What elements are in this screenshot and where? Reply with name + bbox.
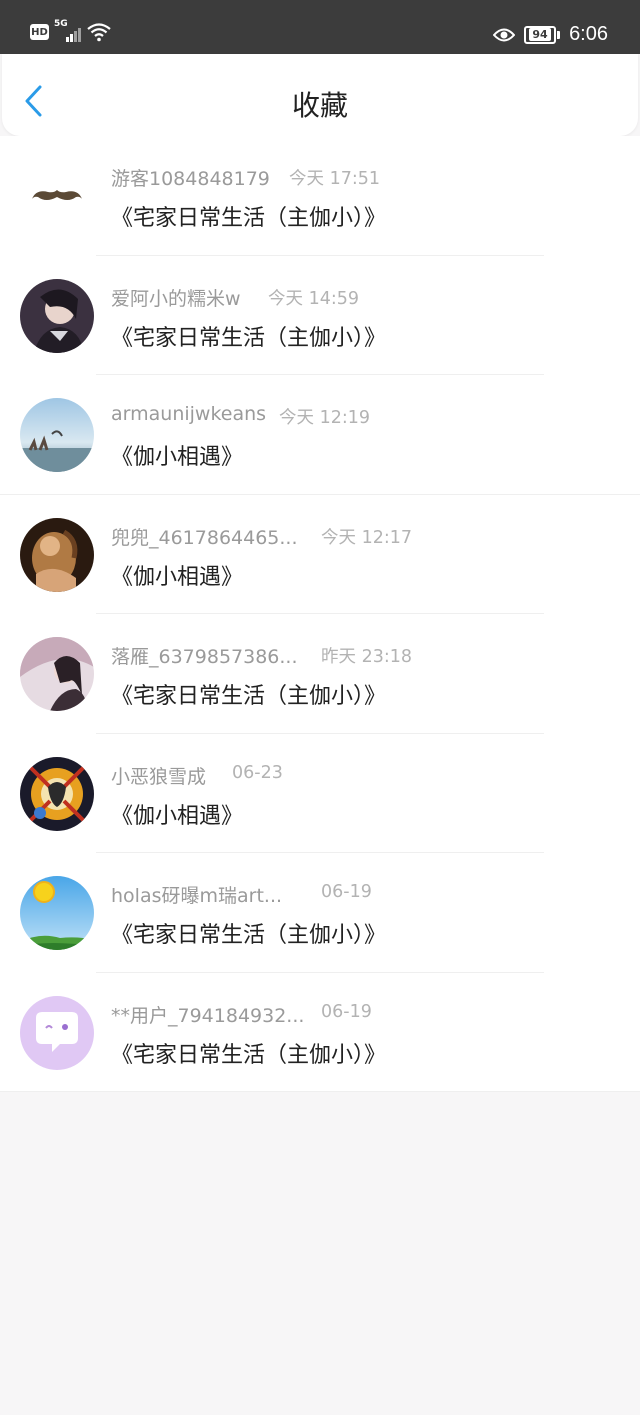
battery-icon: 94 bbox=[524, 25, 561, 44]
user-name: 落雁_6379857386... bbox=[111, 646, 298, 668]
battery-level: 94 bbox=[529, 28, 551, 41]
user-name: 爱阿小的糯米w bbox=[111, 287, 241, 310]
list-item[interactable]: 落雁_6379857386... 昨天 23:18 《宅家日常生活（主伽小）》 bbox=[0, 614, 640, 734]
user-name: 游客1084848179 bbox=[111, 168, 270, 190]
user-name: 小恶狼雪成 bbox=[111, 765, 207, 788]
timestamp: 今天 12:17 bbox=[321, 527, 412, 548]
girl-avatar-icon bbox=[20, 637, 94, 711]
list-item[interactable]: holas砑曝m瑞art... 06-19 《宅家日常生活（主伽小）》 bbox=[0, 853, 640, 973]
user-name: armaunijwkeans bbox=[111, 403, 267, 425]
work-title[interactable]: 《伽小相遇》 bbox=[111, 798, 243, 830]
user-name: 兜兜_4617864465... bbox=[111, 526, 298, 549]
user-name: **用户_794184932... bbox=[111, 1004, 305, 1027]
anime-avatar-icon bbox=[20, 278, 94, 353]
list-item[interactable]: **用户_794184932... 06-19 《宅家日常生活（主伽小）》 bbox=[0, 973, 640, 1092]
status-time: 6:06 bbox=[569, 23, 608, 45]
colorful-avatar-icon bbox=[20, 756, 94, 831]
avatar[interactable] bbox=[20, 756, 94, 831]
timestamp: 昨天 23:18 bbox=[321, 647, 412, 667]
timestamp: 06-19 bbox=[321, 882, 372, 902]
work-title[interactable]: 《宅家日常生活（主伽小）》 bbox=[111, 1037, 386, 1069]
list-item[interactable]: armaunijwkeans 今天 12:19 《伽小相遇》 bbox=[0, 375, 640, 495]
wifi-icon bbox=[87, 23, 111, 42]
avatar[interactable] bbox=[20, 637, 94, 711]
work-title[interactable]: 《宅家日常生活（主伽小）》 bbox=[111, 678, 386, 710]
avatar[interactable] bbox=[20, 517, 94, 592]
status-bar: HD 5G 94 6:06 bbox=[0, 0, 640, 54]
avatar[interactable] bbox=[20, 278, 94, 353]
network-type-label: 5G bbox=[54, 19, 68, 29]
work-title[interactable]: 《宅家日常生活（主伽小）》 bbox=[111, 200, 386, 232]
avatar[interactable] bbox=[20, 398, 94, 472]
mustache-avatar-icon bbox=[20, 159, 94, 233]
work-title[interactable]: 《伽小相遇》 bbox=[111, 439, 243, 471]
work-title[interactable]: 《宅家日常生活（主伽小）》 bbox=[111, 917, 386, 949]
timestamp: 今天 17:51 bbox=[289, 169, 380, 189]
list-item[interactable]: 兜兜_4617864465... 今天 12:17 《伽小相遇》 bbox=[0, 495, 640, 614]
cellular-signal-icon: 5G bbox=[54, 19, 84, 42]
sky-sea-avatar-icon bbox=[20, 398, 94, 472]
page-title: 收藏 bbox=[291, 89, 348, 122]
timestamp: 06-19 bbox=[321, 1001, 372, 1022]
timestamp: 今天 12:19 bbox=[279, 408, 370, 428]
painting-avatar-icon bbox=[20, 517, 94, 592]
avatar[interactable] bbox=[20, 876, 94, 950]
chat-bubble-avatar-icon bbox=[20, 995, 94, 1070]
work-title[interactable]: 《宅家日常生活（主伽小）》 bbox=[111, 320, 386, 352]
eye-comfort-icon bbox=[493, 28, 516, 41]
work-title[interactable]: 《伽小相遇》 bbox=[111, 559, 243, 591]
timestamp: 06-23 bbox=[232, 762, 283, 783]
user-name: holas砑曝m瑞art... bbox=[111, 885, 283, 907]
favorites-list: 游客1084848179 今天 17:51 《宅家日常生活（主伽小）》 爱阿小的… bbox=[0, 136, 640, 1092]
list-item[interactable]: 爱阿小的糯米w 今天 14:59 《宅家日常生活（主伽小）》 bbox=[0, 256, 640, 375]
nav-header: 收藏 bbox=[2, 54, 638, 136]
hd-icon: HD bbox=[30, 24, 49, 40]
timestamp: 今天 14:59 bbox=[268, 288, 359, 309]
avatar[interactable] bbox=[20, 159, 94, 233]
list-item[interactable]: 游客1084848179 今天 17:51 《宅家日常生活（主伽小）》 bbox=[0, 136, 640, 256]
list-item[interactable]: 小恶狼雪成 06-23 《伽小相遇》 bbox=[0, 734, 640, 853]
sun-sky-avatar-icon bbox=[20, 876, 94, 950]
avatar[interactable] bbox=[20, 995, 94, 1070]
